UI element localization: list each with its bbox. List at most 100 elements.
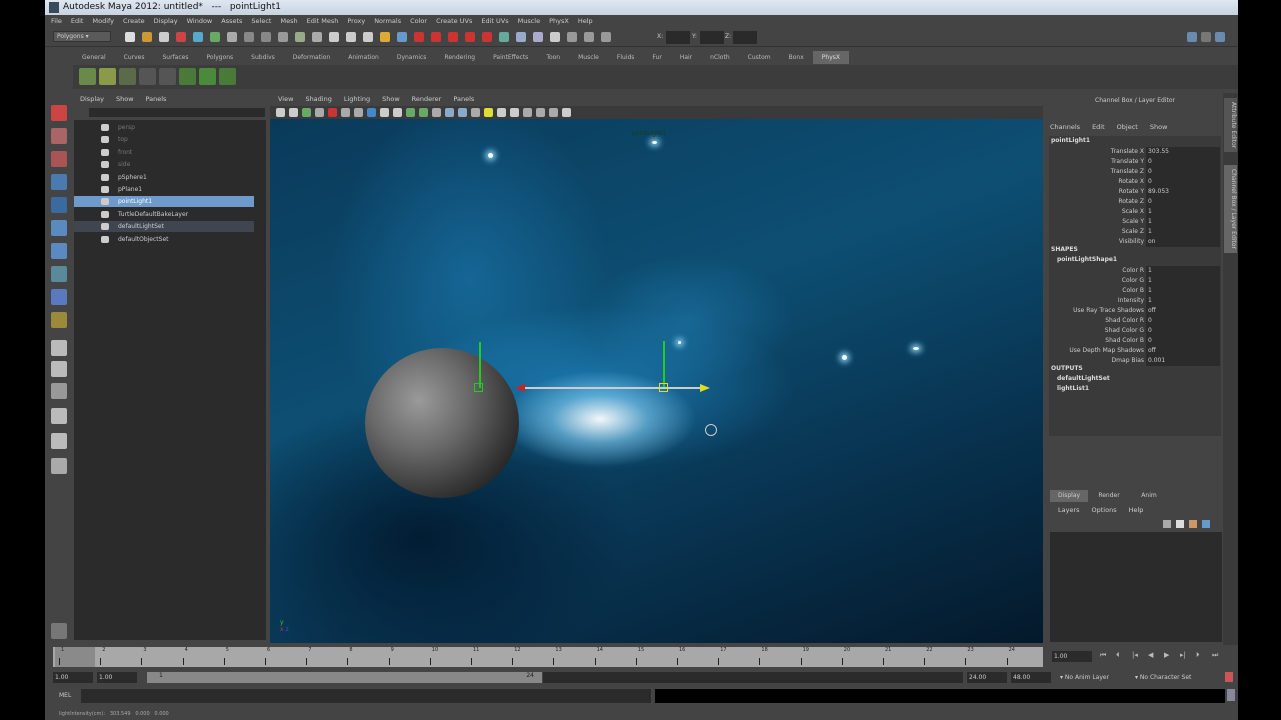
status-tool-icon[interactable] xyxy=(397,32,407,42)
menu-edit-mesh[interactable]: Edit Mesh xyxy=(307,15,339,28)
channel-value[interactable]: 0 xyxy=(1146,197,1220,207)
physx-shelf-icon[interactable] xyxy=(79,68,96,85)
move-handle[interactable] xyxy=(474,383,483,392)
viewport-tool-icon[interactable] xyxy=(354,108,363,117)
menu-display[interactable]: Display xyxy=(80,93,104,106)
viewport-tool-icon[interactable] xyxy=(393,108,402,117)
channel-value[interactable]: 1 xyxy=(1146,266,1220,276)
shape-node[interactable]: pointLightShape1 xyxy=(1057,256,1117,263)
channel-row[interactable]: Shad Color R0 xyxy=(1050,316,1220,326)
channel-value[interactable]: 1 xyxy=(1146,296,1220,306)
menu-show[interactable]: Show xyxy=(382,93,400,106)
status-tool-icon[interactable] xyxy=(210,32,220,42)
status-tool-icon[interactable] xyxy=(584,32,594,42)
menu-proxy[interactable]: Proxy xyxy=(347,15,365,28)
menu-show[interactable]: Show xyxy=(116,93,134,106)
menu-create[interactable]: Create xyxy=(123,15,145,28)
status-tool-icon[interactable] xyxy=(244,32,254,42)
command-line-input[interactable] xyxy=(81,689,651,703)
physx-shelf-icon[interactable] xyxy=(159,68,176,85)
viewport-tool-icon[interactable] xyxy=(484,108,493,117)
shelf-tab-subdivs[interactable]: Subdivs xyxy=(242,51,284,64)
menu-options[interactable]: Options xyxy=(1092,504,1117,517)
channel-row[interactable]: Scale Y1 xyxy=(1050,217,1220,227)
play-forwards-button[interactable]: ▶ xyxy=(1164,651,1169,659)
move-tool-icon[interactable] xyxy=(51,174,67,190)
viewport-tool-icon[interactable] xyxy=(419,108,428,117)
status-tool-icon[interactable] xyxy=(516,32,526,42)
shelf-tab-bonx[interactable]: Bonx xyxy=(780,51,813,64)
play-backwards-button[interactable]: ◀ xyxy=(1148,651,1153,659)
channel-value[interactable]: 1 xyxy=(1146,286,1220,296)
viewport-tool-icon[interactable] xyxy=(315,108,324,117)
menuset-dropdown[interactable]: Polygons ▾ xyxy=(53,31,111,42)
soft-mod-icon[interactable] xyxy=(51,266,67,282)
shelf-tab-muscle[interactable]: Muscle xyxy=(569,51,608,64)
viewport-tool-icon[interactable] xyxy=(562,108,571,117)
status-tool-icon[interactable] xyxy=(261,32,271,42)
menu-help[interactable]: Help xyxy=(578,15,593,28)
manipulator-icon[interactable] xyxy=(51,243,67,259)
channel-value[interactable]: off xyxy=(1146,346,1220,356)
shelf-tab-painteffects[interactable]: PaintEffects xyxy=(484,51,537,64)
channel-row[interactable]: Rotate Z0 xyxy=(1050,197,1220,207)
light-y-axis[interactable] xyxy=(663,341,665,387)
outliner-item[interactable]: defaultLightSet xyxy=(74,221,254,233)
viewport-tool-icon[interactable] xyxy=(445,108,454,117)
channel-value[interactable]: 0 xyxy=(1146,326,1220,336)
status-tool-icon[interactable] xyxy=(380,32,390,42)
menu-display[interactable]: Display xyxy=(154,15,178,28)
channel-box-tab[interactable]: Channel Box / Layer Editor xyxy=(1224,165,1237,253)
light-x-arrow[interactable] xyxy=(700,384,710,392)
layout-icon[interactable] xyxy=(51,312,67,328)
menu-shading[interactable]: Shading xyxy=(305,93,331,106)
manipulator-x-axis[interactable] xyxy=(517,387,703,389)
status-tool-icon[interactable] xyxy=(448,32,458,42)
channel-value[interactable]: 89.053 xyxy=(1146,187,1220,197)
channel-row[interactable]: Rotate X0 xyxy=(1050,177,1220,187)
single-pane-layout-icon[interactable] xyxy=(51,340,67,356)
tab-anim[interactable]: Anim xyxy=(1130,490,1168,502)
shelf-tab-custom[interactable]: Custom xyxy=(739,51,780,64)
channel-box-node[interactable]: pointLight1 xyxy=(1051,137,1090,144)
x-input[interactable] xyxy=(666,31,690,44)
light-handle[interactable] xyxy=(659,383,668,392)
status-tool-icon[interactable] xyxy=(499,32,509,42)
outliner-item[interactable]: front xyxy=(74,147,254,158)
outliner-item[interactable]: defaultObjectSet xyxy=(74,234,254,245)
shelf-tab-fur[interactable]: Fur xyxy=(643,51,670,64)
viewport-tool-icon[interactable] xyxy=(406,108,415,117)
channel-row[interactable]: Color G1 xyxy=(1050,276,1220,286)
step-back-key-button[interactable]: ⏴ xyxy=(1116,651,1120,660)
scene-icon[interactable] xyxy=(51,623,67,639)
channel-value[interactable]: 0 xyxy=(1146,316,1220,326)
hypershade-layout-icon[interactable] xyxy=(51,433,67,449)
channel-value[interactable]: 1 xyxy=(1146,227,1220,237)
outliner-item[interactable]: TurtleDefaultBakeLayer xyxy=(74,209,254,220)
viewport-scene[interactable]: pointLight1 yx z xyxy=(270,119,1043,643)
menu-select[interactable]: Select xyxy=(251,15,271,28)
outliner-list[interactable]: persp top front side pSphere1 pPlane1 pointLig… xyxy=(74,120,266,640)
channel-value[interactable]: 0.001 xyxy=(1146,356,1220,366)
status-tool-icon[interactable] xyxy=(567,32,577,42)
y-input[interactable] xyxy=(700,31,724,44)
viewport-tool-icon[interactable] xyxy=(328,108,337,117)
viewport-tool-icon[interactable] xyxy=(289,108,298,117)
command-language-label[interactable]: MEL xyxy=(59,692,71,699)
menu-physx[interactable]: PhysX xyxy=(549,15,569,28)
range-start-field[interactable]: 1.00 xyxy=(53,672,93,683)
go-to-end-button[interactable]: ⏭ xyxy=(1212,651,1218,660)
channel-value[interactable]: 0 xyxy=(1146,336,1220,346)
viewport-tool-icon[interactable] xyxy=(432,108,441,117)
channel-row[interactable]: Use Ray Trace Shadows off xyxy=(1050,306,1220,316)
menu-panels[interactable]: Panels xyxy=(146,93,167,106)
status-tool-icon[interactable] xyxy=(193,32,203,42)
outliner-item[interactable]: side xyxy=(74,159,254,170)
shelf-tab-polygons[interactable]: Polygons xyxy=(197,51,242,64)
step-forward-button[interactable]: ▸| xyxy=(1180,651,1186,659)
channel-value[interactable]: 0 xyxy=(1146,177,1220,187)
channel-value[interactable]: 0 xyxy=(1146,167,1220,177)
status-tool-icon[interactable] xyxy=(431,32,441,42)
z-input[interactable] xyxy=(733,31,757,44)
manipulator-y-axis[interactable] xyxy=(479,342,481,388)
